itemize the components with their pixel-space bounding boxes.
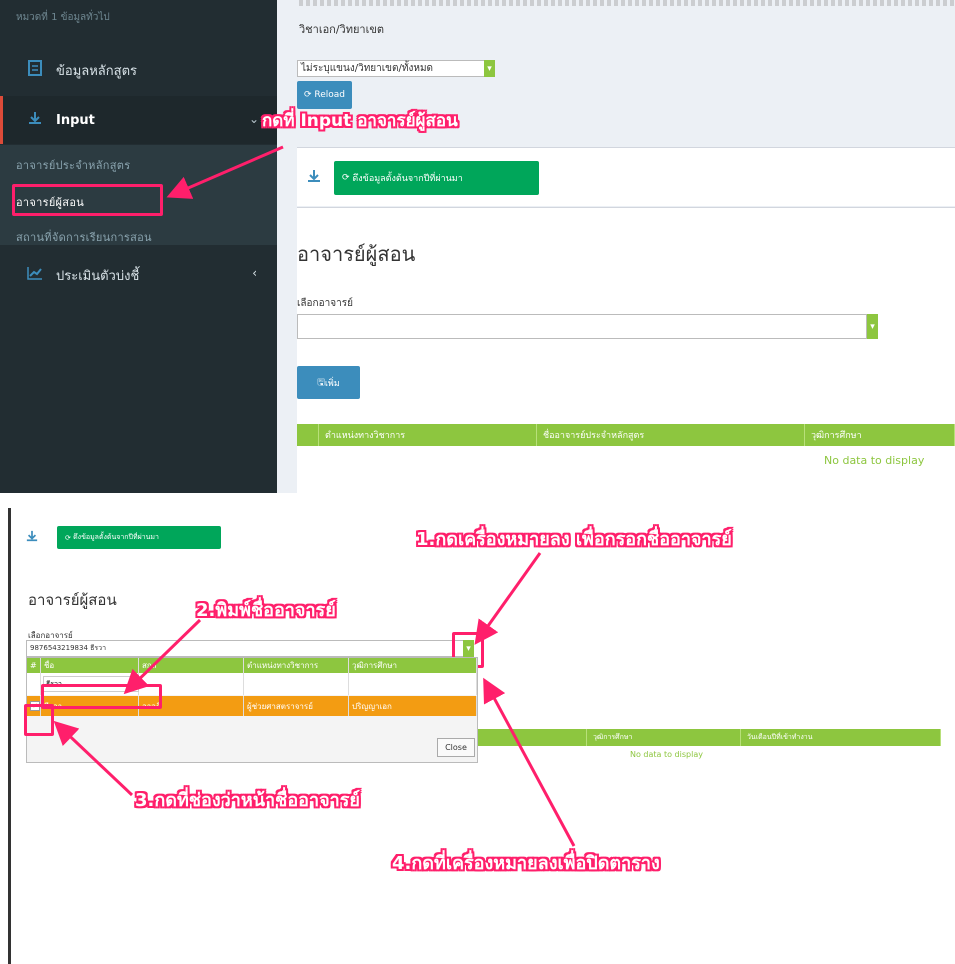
arrow-step4 bbox=[483, 677, 576, 847]
arrow-step3 bbox=[53, 720, 134, 797]
annotation-step3: 3.กดที่ช่องว่าหน้าชื่ออาจารย์ bbox=[135, 790, 360, 811]
annotation-step1: 1.กดเครื่องหมายลง เพื่อกรอกชื่ออาจารย์ bbox=[416, 529, 732, 550]
arrow-to-lecturer-menu bbox=[166, 145, 284, 199]
annotation-arrows bbox=[53, 145, 576, 847]
arrow-step1 bbox=[474, 552, 542, 645]
annotation-step4: 4.กดที่เครื่องหมายลงเพื่อปิดตาราง bbox=[392, 853, 660, 874]
annotation-step2: 2.พิมพ์ชื่ออาจารย์ bbox=[196, 600, 336, 621]
arrow-step2 bbox=[123, 618, 202, 695]
